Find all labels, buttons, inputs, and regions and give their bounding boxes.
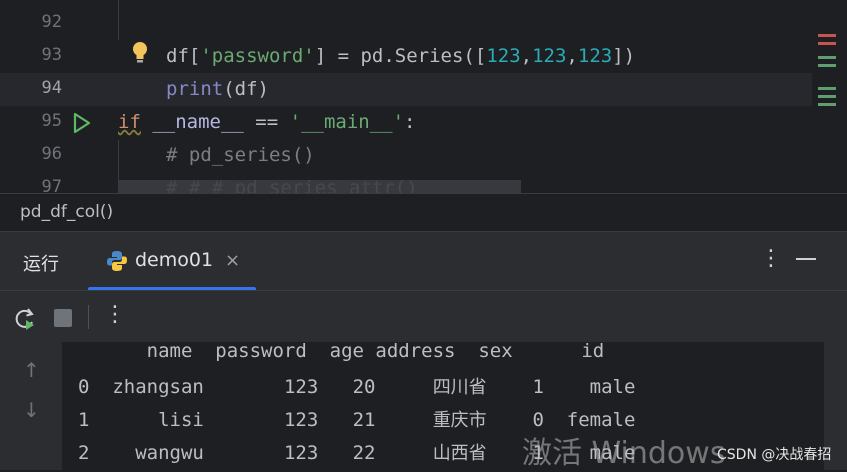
error-stripe[interactable]: [818, 34, 838, 111]
lightbulb-icon[interactable]: [131, 40, 149, 66]
tool-window-title: 运行: [23, 254, 59, 275]
line-number: 93: [41, 45, 62, 65]
indent-guide: [118, 140, 119, 180]
breadcrumb[interactable]: pd_df_col(): [0, 193, 847, 232]
indent-guide: [118, 0, 119, 40]
table-row: 0 zhangsan 123 20 四川省 1 male: [78, 376, 636, 398]
minimize-icon[interactable]: [796, 258, 816, 260]
stop-icon[interactable]: [54, 309, 72, 327]
line-number: 92: [41, 12, 62, 32]
breadcrumb-function[interactable]: pd_df_col(): [20, 202, 113, 222]
horizontal-scrollbar[interactable]: [118, 180, 521, 193]
arrow-up-icon[interactable]: ↑: [23, 358, 40, 382]
code-editor[interactable]: 92 93 94 95 96 97 df['password'] = pd.Se…: [0, 0, 847, 193]
windows-activation-watermark: 激活 Windows: [522, 436, 726, 471]
tab-demo01[interactable]: demo01 ×: [88, 232, 256, 291]
console-gutter: ↑ ↓: [0, 342, 63, 470]
python-icon: [107, 251, 127, 271]
run-toolbar: ⋮: [0, 290, 847, 343]
arrow-down-icon[interactable]: ↓: [23, 398, 40, 422]
code-line-95: if __name__ == '__main__':: [118, 111, 416, 133]
code-line-96: # pd_series(): [166, 144, 315, 166]
console-header-row: name password age address sex id: [78, 340, 605, 362]
line-number: 97: [41, 177, 62, 193]
toolbar-separator: [88, 305, 89, 329]
run-tool-window-header: 运行 demo01 × ⋮: [0, 231, 847, 291]
more-options-icon[interactable]: ⋮: [104, 302, 126, 327]
more-options-icon[interactable]: ⋮: [760, 246, 782, 271]
line-number: 96: [41, 144, 62, 164]
run-gutter-icon[interactable]: [72, 112, 92, 134]
line-number: 94: [41, 78, 62, 98]
close-icon[interactable]: ×: [225, 250, 240, 271]
current-line-highlight: [0, 73, 812, 106]
rerun-icon[interactable]: [13, 307, 37, 331]
tab-label: demo01: [135, 249, 214, 271]
csdn-watermark: CSDN @决战春招: [717, 447, 832, 463]
code-line-94: print(df): [166, 78, 269, 100]
code-line-93: df['password'] = pd.Series([123,123,123]…: [166, 45, 636, 67]
line-number: 95: [41, 111, 62, 131]
